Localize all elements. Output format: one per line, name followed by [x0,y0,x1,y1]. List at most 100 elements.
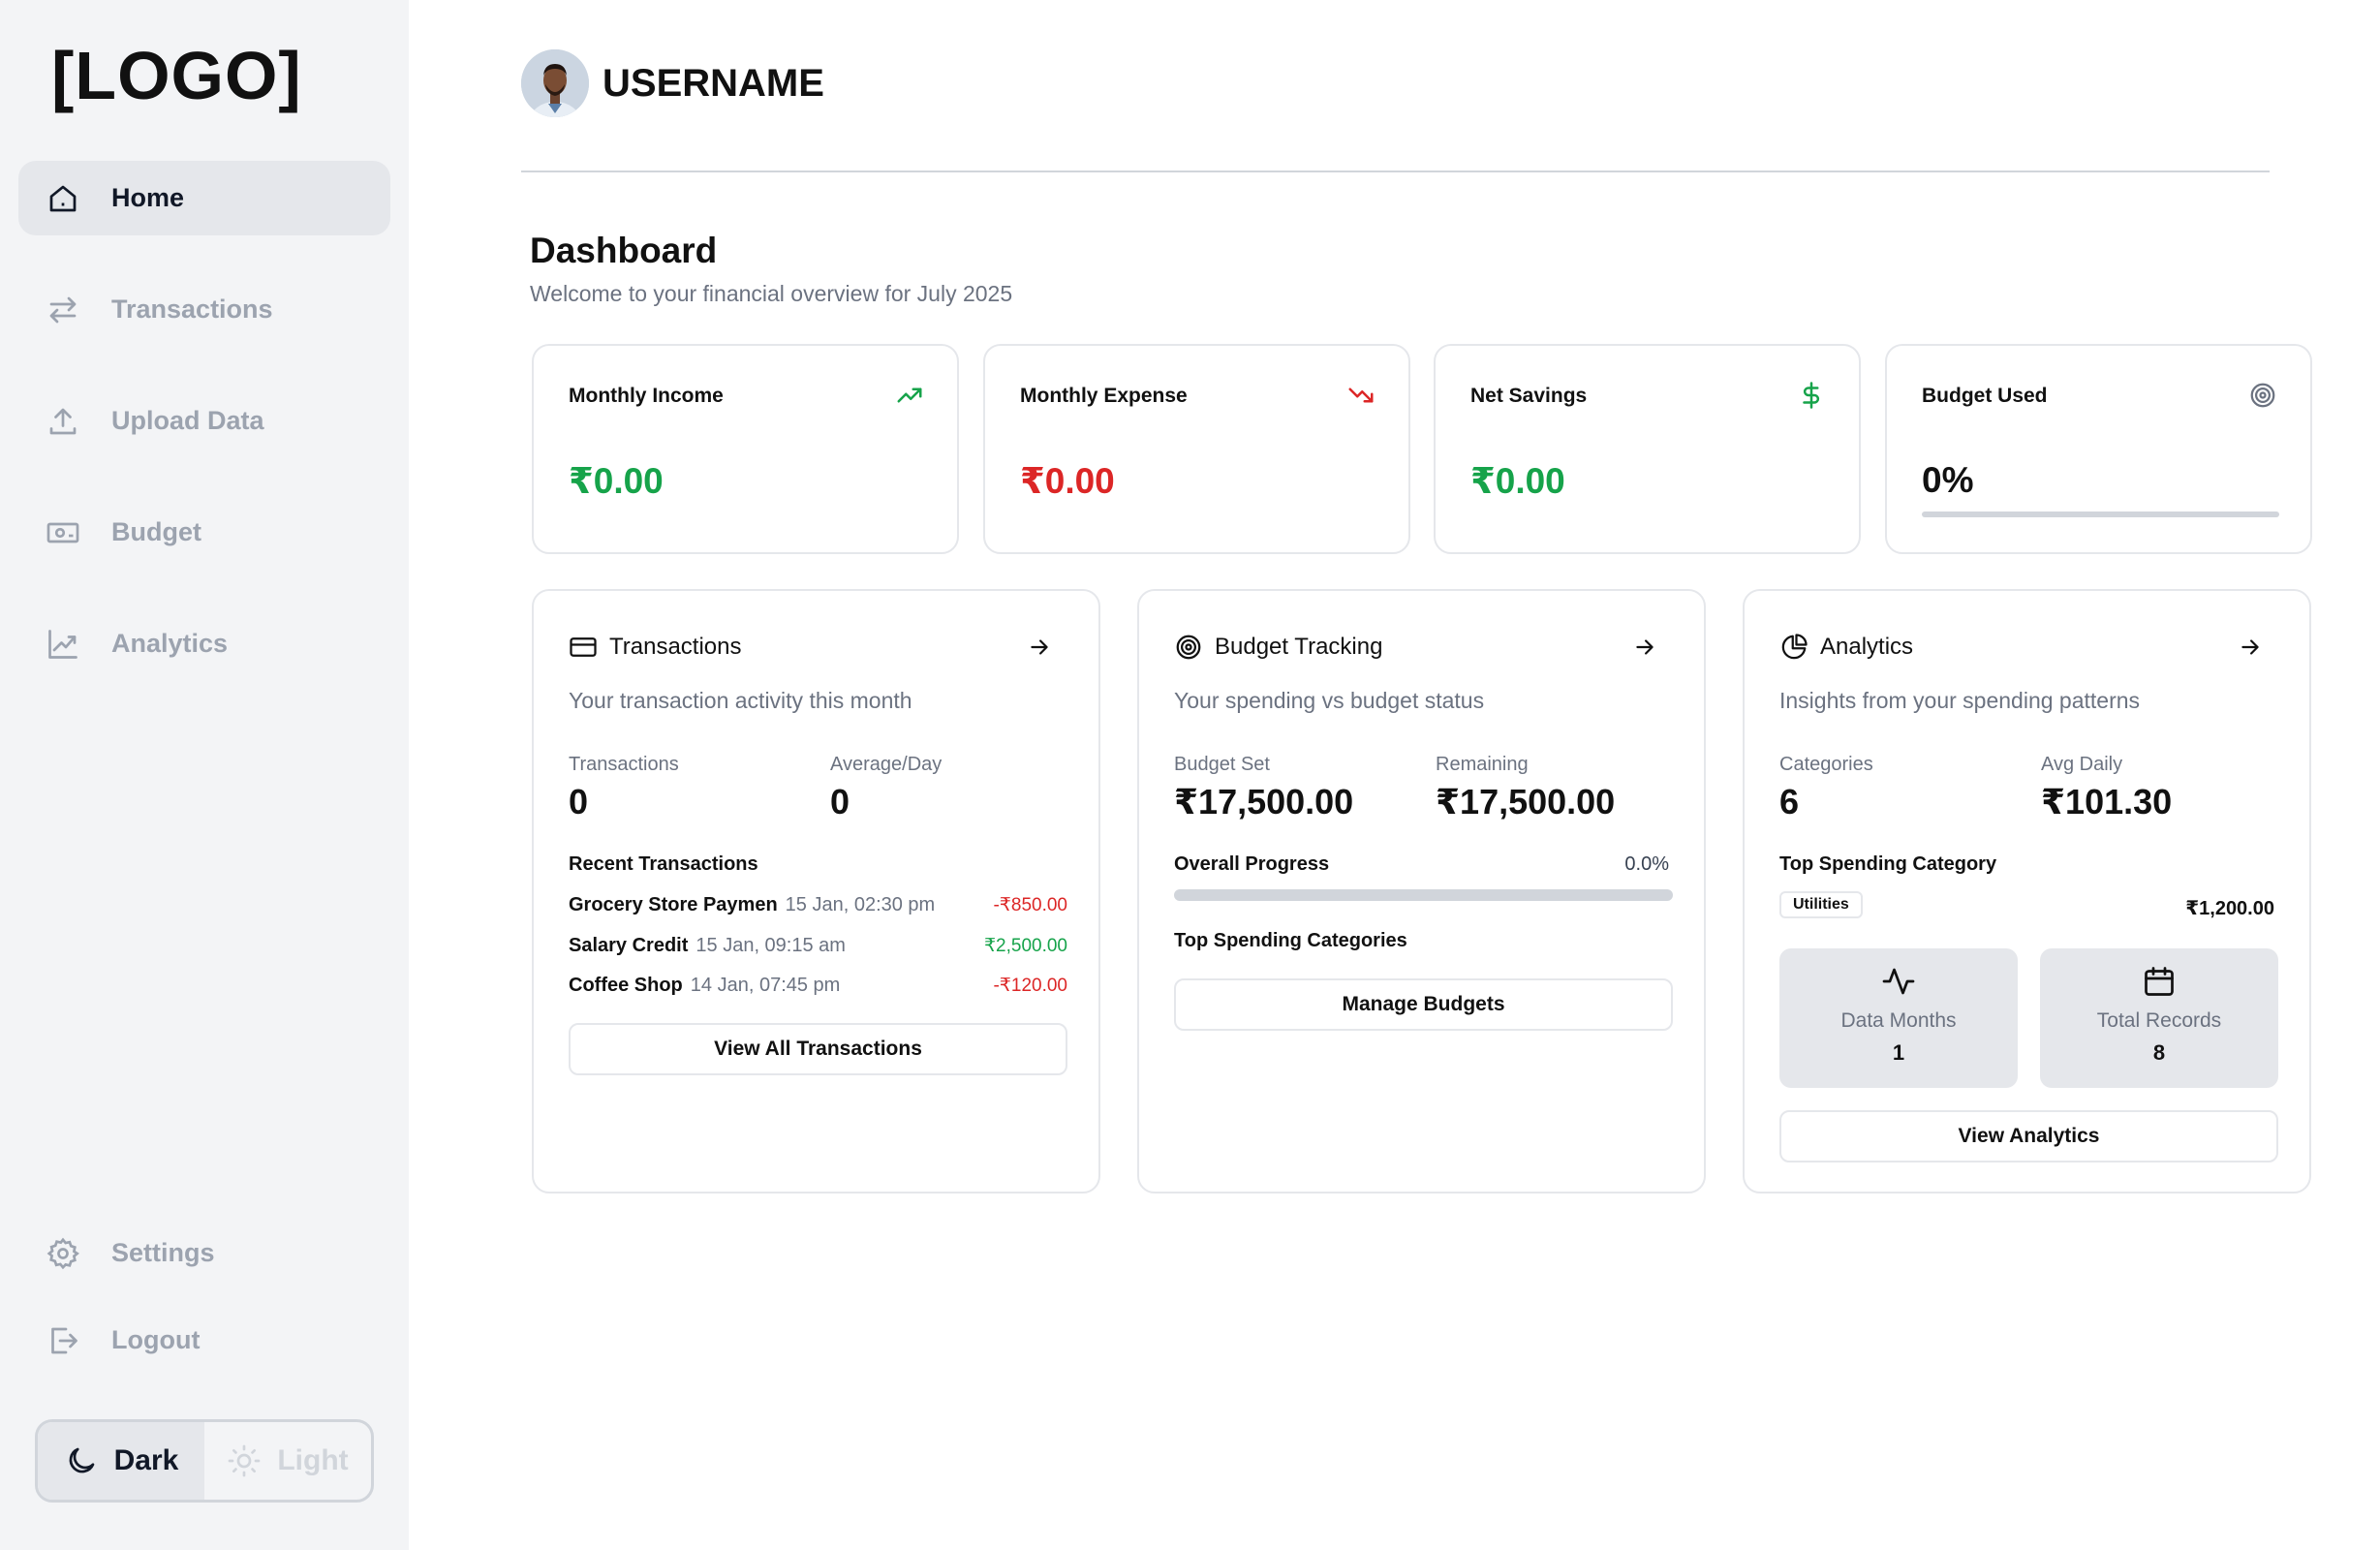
overall-progress-value: 0.0% [1624,853,1669,875]
home-icon [44,179,82,218]
top-category-amount: ₹1,200.00 [2185,898,2274,919]
theme-dark-button[interactable]: Dark [38,1422,204,1500]
sidebar-item-budget[interactable]: Budget [18,495,390,570]
stat-card-net-savings: Net Savings ₹0.00 [1434,344,1861,554]
theme-light-label: Light [277,1444,349,1476]
page-title: Dashboard [530,231,718,270]
metric-avg-daily: Avg Daily ₹101.30 [2041,754,2172,822]
card-subtitle: Your spending vs budget status [1174,688,1485,713]
username: USERNAME [603,61,824,105]
metric-value: 0 [569,782,589,822]
sidebar-item-label: Upload Data [111,406,264,435]
tile-label: Total Records [2096,1009,2222,1032]
transaction-amount: -₹850.00 [993,895,1067,915]
target-icon [1176,635,1201,660]
trending-down-icon [1348,388,1374,403]
logout-icon [44,1321,82,1360]
card-title: Transactions [609,634,742,660]
manage-budgets-button[interactable]: Manage Budgets [1174,978,1673,1031]
metric-value: ₹17,500.00 [1174,782,1354,822]
stat-card-monthly-income: Monthly Income ₹0.00 [532,344,959,554]
view-all-transactions-button[interactable]: View All Transactions [569,1023,1067,1075]
overall-progress-label: Overall Progress [1174,853,1330,875]
transaction-amount: -₹120.00 [993,976,1067,996]
top-spending-categories-title: Top Spending Categories [1174,930,1407,951]
tile-total-records: Total Records 8 [2040,948,2278,1088]
card-header: Analytics [1779,633,1913,662]
tile-label: Data Months [1840,1009,1957,1032]
sidebar-item-analytics[interactable]: Analytics [18,606,390,681]
transaction-date: 15 Jan, 09:15 am [695,935,846,956]
stat-label: Net Savings [1470,385,1588,407]
metric-value: 0 [830,782,850,822]
arrow-right-icon[interactable] [1632,635,1657,660]
overall-progress-bar [1174,889,1673,901]
card-subtitle: Insights from your spending patterns [1779,688,2141,713]
stat-value: ₹0.00 [1020,461,1115,501]
tile-data-months: Data Months 1 [1779,948,2018,1088]
calendar-icon [2145,967,2174,996]
credit-card-icon [570,637,597,657]
logo: [LOGO] [51,38,302,113]
header-divider [521,170,2270,172]
main-content: USERNAME Dashboard Welcome to your finan… [409,0,2380,1550]
card-subtitle: Your transaction activity this month [569,688,912,713]
view-analytics-button[interactable]: View Analytics [1779,1110,2278,1162]
transaction-date: 14 Jan, 07:45 pm [690,975,841,996]
metric-label: Categories [1779,754,1873,775]
app-root: [LOGO] Home Transactions Upload Data Bud… [0,0,2380,1550]
metric-label: Average/Day [830,754,943,775]
stat-value: ₹0.00 [1470,461,1565,501]
metric-transactions: Transactions 0 [569,754,679,822]
metric-remaining: Remaining ₹17,500.00 [1436,754,1615,822]
stat-value: ₹0.00 [569,461,664,501]
metric-label: Remaining [1436,754,1529,775]
tile-value: 1 [1892,1040,1905,1065]
avatar[interactable] [521,49,589,117]
sidebar-item-label: Logout [111,1325,201,1354]
theme-light-button[interactable]: Light [204,1422,371,1500]
transaction-name: Salary Credit [569,935,689,956]
stat-label: Budget Used [1922,385,2048,407]
card-header: Transactions [569,633,742,662]
arrow-right-icon[interactable] [1027,635,1052,660]
banknote-icon [44,513,82,552]
sidebar-item-label: Analytics [111,629,229,658]
transaction-row[interactable]: Salary Credit 15 Jan, 09:15 am ₹2,500.00 [569,935,1067,957]
sidebar-item-settings[interactable]: Settings [18,1216,390,1290]
sun-icon [228,1444,261,1477]
analytics-card: Analytics Insights from your spending pa… [1743,589,2311,1194]
metric-label: Transactions [569,754,679,775]
upload-icon [44,402,82,441]
sidebar-nav: Home Transactions Upload Data Budget Ana… [18,161,390,718]
transactions-card: Transactions Your transaction activity t… [532,589,1100,1194]
user-header: USERNAME [521,49,824,117]
transaction-row[interactable]: Coffee Shop 14 Jan, 07:45 pm -₹120.00 [569,975,1067,997]
page-subtitle: Welcome to your financial overview for J… [530,281,1013,306]
sidebar-item-transactions[interactable]: Transactions [18,272,390,347]
arrow-right-icon[interactable] [2238,635,2263,660]
metric-categories: Categories 6 [1779,754,1873,822]
metric-value: ₹17,500.00 [1436,782,1616,822]
sidebar-item-home[interactable]: Home [18,161,390,235]
stat-card-monthly-expense: Monthly Expense ₹0.00 [983,344,1410,554]
budget-used-progress-bar [1922,512,2279,517]
sidebar-item-logout[interactable]: Logout [18,1303,390,1378]
transaction-row[interactable]: Grocery Store Paymen 15 Jan, 02:30 pm -₹… [569,894,1067,916]
swap-arrows-icon [44,291,82,329]
theme-toggle: Dark Light [35,1419,374,1503]
trending-up-icon [897,388,922,403]
metric-value: 6 [1779,782,1800,822]
top-spending-category-title: Top Spending Category [1779,853,1997,875]
sidebar-item-label: Home [111,183,185,212]
card-title: Budget Tracking [1215,634,1383,660]
sidebar-bottom-nav: Settings Logout [18,1216,390,1390]
sidebar-item-label: Budget [111,517,201,546]
recent-transactions-title: Recent Transactions [569,853,758,875]
sidebar-item-upload-data[interactable]: Upload Data [18,384,390,458]
stat-label: Monthly Income [569,385,724,407]
metric-label: Avg Daily [2041,754,2123,775]
card-title: Analytics [1820,634,1914,660]
card-header: Budget Tracking [1174,633,1382,662]
transaction-name: Coffee Shop [569,975,683,996]
